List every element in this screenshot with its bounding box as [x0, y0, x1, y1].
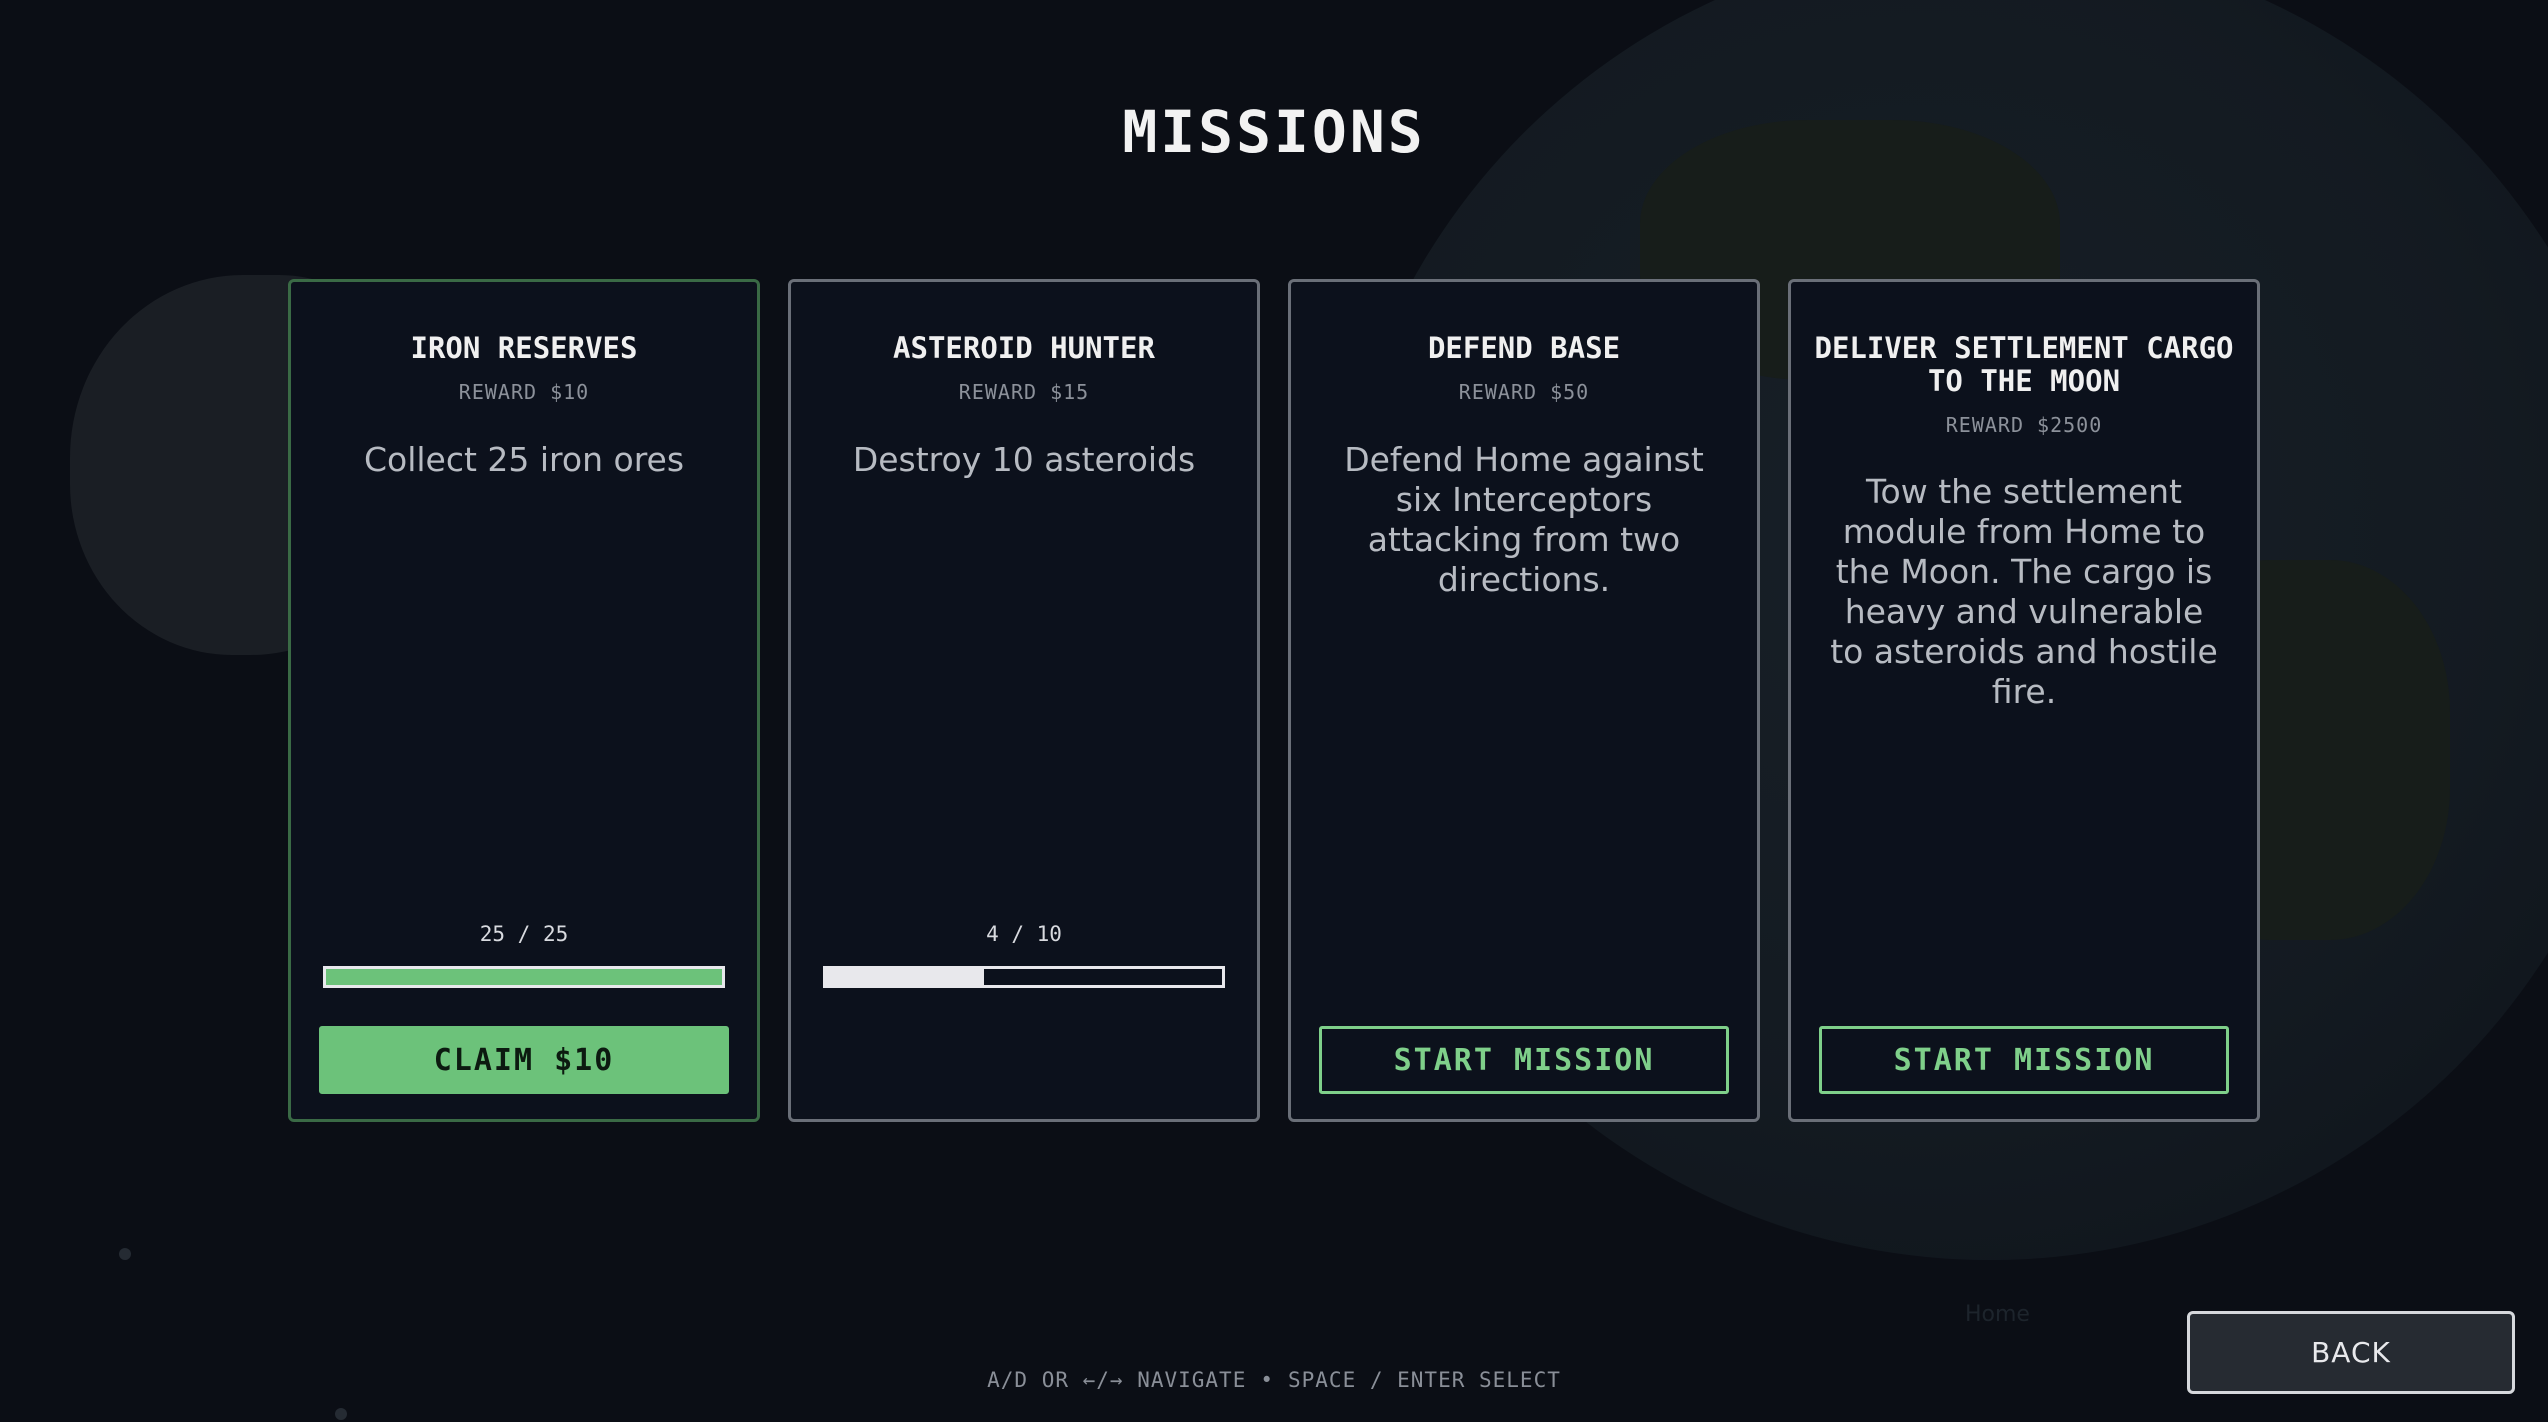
mission-reward: REWARD $2500: [1945, 413, 2103, 437]
mission-title: IRON RESERVES: [410, 331, 638, 365]
start-mission-button[interactable]: START MISSION: [1319, 1026, 1729, 1094]
navigate-hint: A/D OR ←/→ NAVIGATE: [987, 1368, 1247, 1392]
mission-reward: REWARD $50: [1458, 380, 1590, 404]
mission-reward: REWARD $10: [458, 380, 590, 404]
hint-separator: •: [1260, 1368, 1274, 1392]
mission-card-defend-base[interactable]: DEFEND BASE REWARD $50 Defend Home again…: [1288, 279, 1760, 1122]
mission-title: DELIVER SETTLEMENT CARGO TO THE MOON: [1814, 331, 2234, 398]
missions-screen: Home MISSIONS IRON RESERVES REWARD $10 C…: [0, 0, 2548, 1422]
progress-fill: [826, 969, 985, 985]
start-mission-button[interactable]: START MISSION: [1819, 1026, 2229, 1094]
mission-card-asteroid-hunter[interactable]: ASTEROID HUNTER REWARD $15 Destroy 10 as…: [788, 279, 1260, 1122]
page-title: MISSIONS: [1122, 98, 1426, 166]
mission-reward: REWARD $15: [958, 380, 1090, 404]
home-planet-label: Home: [1965, 1302, 2030, 1327]
claim-reward-button[interactable]: CLAIM $10: [319, 1026, 729, 1094]
mission-description: Tow the settlement module from Home to t…: [1830, 472, 2218, 711]
progress-text: 4 / 10: [986, 922, 1062, 946]
progress-bar: [323, 966, 725, 988]
mission-card-deliver-settlement-cargo[interactable]: DELIVER SETTLEMENT CARGO TO THE MOON REW…: [1788, 279, 2260, 1122]
mission-description: Defend Home against six Interceptors att…: [1344, 440, 1704, 599]
mission-description: Collect 25 iron ores: [363, 440, 685, 479]
mission-title: ASTEROID HUNTER: [893, 331, 1155, 365]
progress-text: 25 / 25: [479, 922, 569, 946]
select-hint: SPACE / ENTER SELECT: [1288, 1368, 1561, 1392]
back-button[interactable]: BACK: [2187, 1311, 2515, 1394]
mission-title: DEFEND BASE: [1427, 331, 1621, 365]
controls-hint: A/D OR ←/→ NAVIGATE • SPACE / ENTER SELECT: [0, 1368, 2548, 1392]
star: [335, 1408, 347, 1420]
progress-fill: [326, 969, 722, 985]
mission-card-iron-reserves[interactable]: IRON RESERVES REWARD $10 Collect 25 iron…: [288, 279, 760, 1122]
mission-description: Destroy 10 asteroids: [852, 440, 1196, 479]
star: [119, 1248, 131, 1260]
progress-bar: [823, 966, 1225, 988]
